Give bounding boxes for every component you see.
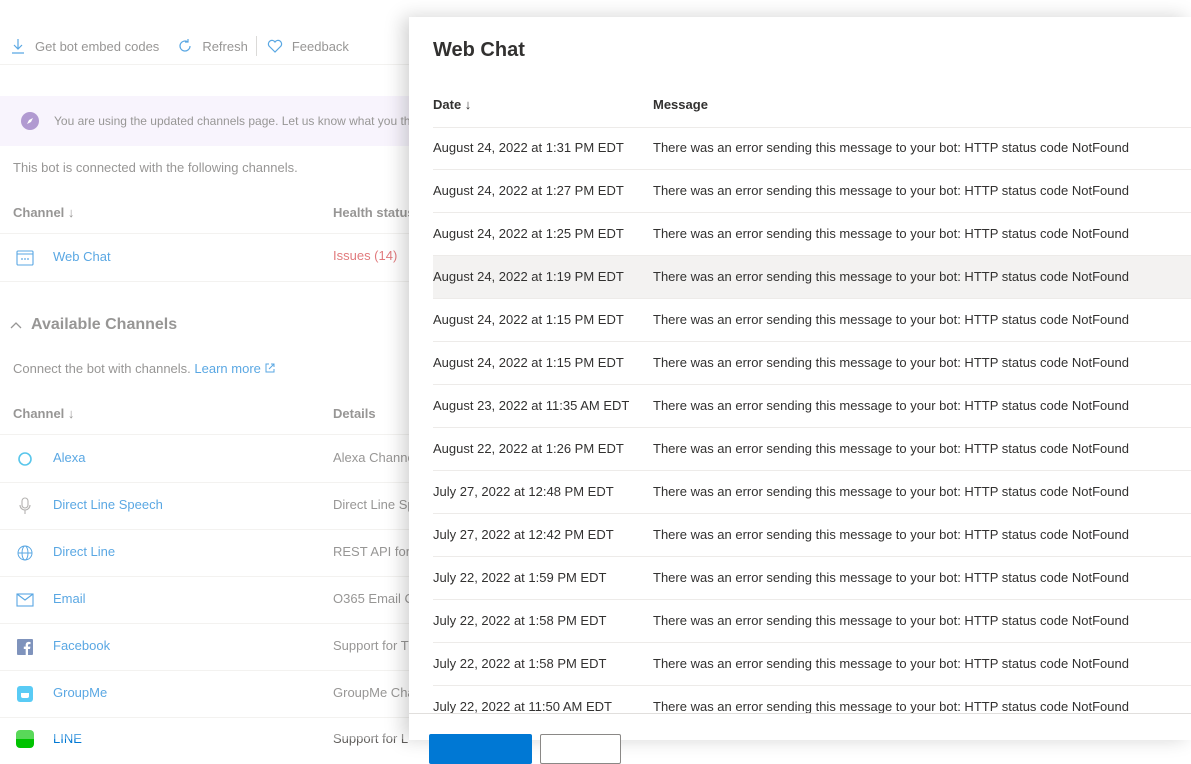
table-row[interactable]: August 24, 2022 at 1:27 PM EDT There was … <box>433 170 1191 213</box>
row-message: There was an error sending this message … <box>653 398 1129 413</box>
row-message: There was an error sending this message … <box>653 140 1129 155</box>
table-row[interactable]: August 24, 2022 at 1:15 PM EDT There was … <box>433 299 1191 342</box>
row-date: July 22, 2022 at 11:50 AM EDT <box>433 699 612 713</box>
row-message: There was an error sending this message … <box>653 269 1129 284</box>
row-message: There was an error sending this message … <box>653 312 1129 327</box>
web-chat-panel: Web Chat Date ↓ Message August 24, 2022 … <box>409 17 1191 764</box>
message-column-header[interactable]: Message <box>653 97 708 112</box>
row-date: August 24, 2022 at 1:25 PM EDT <box>433 226 624 241</box>
issues-table-body[interactable]: August 24, 2022 at 1:31 PM EDT There was … <box>433 127 1191 713</box>
modal-overlay[interactable] <box>0 0 409 739</box>
row-date: July 27, 2022 at 12:42 PM EDT <box>433 527 614 542</box>
row-message: There was an error sending this message … <box>653 613 1129 628</box>
row-message: There was an error sending this message … <box>653 355 1129 370</box>
row-date: July 22, 2022 at 1:58 PM EDT <box>433 656 607 671</box>
panel-footer <box>409 713 1191 764</box>
row-date: July 27, 2022 at 12:48 PM EDT <box>433 484 614 499</box>
table-row[interactable]: August 24, 2022 at 1:25 PM EDT There was … <box>433 213 1191 256</box>
table-row[interactable]: July 27, 2022 at 12:48 PM EDT There was a… <box>433 471 1191 514</box>
row-message: There was an error sending this message … <box>653 527 1129 542</box>
table-row[interactable]: August 24, 2022 at 1:31 PM EDT There was … <box>433 127 1191 170</box>
date-column-header[interactable]: Date ↓ <box>433 97 471 112</box>
row-message: There was an error sending this message … <box>653 656 1129 671</box>
row-date: August 23, 2022 at 11:35 AM EDT <box>433 398 630 413</box>
table-row[interactable]: July 27, 2022 at 12:42 PM EDT There was a… <box>433 514 1191 557</box>
row-message: There was an error sending this message … <box>653 441 1129 456</box>
row-date: August 24, 2022 at 1:31 PM EDT <box>433 140 624 155</box>
panel-title: Web Chat <box>433 39 525 61</box>
row-date: August 24, 2022 at 1:15 PM EDT <box>433 355 624 370</box>
issues-table-header: Date ↓ Message <box>433 95 1191 128</box>
table-row[interactable]: July 22, 2022 at 1:58 PM EDT There was an… <box>433 643 1191 686</box>
row-date: August 22, 2022 at 1:26 PM EDT <box>433 441 624 456</box>
row-message: There was an error sending this message … <box>653 699 1129 713</box>
table-row[interactable]: August 22, 2022 at 1:26 PM EDT There was … <box>433 428 1191 471</box>
table-row[interactable]: July 22, 2022 at 1:59 PM EDT There was an… <box>433 557 1191 600</box>
row-date: July 22, 2022 at 1:58 PM EDT <box>433 613 607 628</box>
table-row[interactable]: July 22, 2022 at 1:58 PM EDT There was an… <box>433 600 1191 643</box>
row-date: August 24, 2022 at 1:27 PM EDT <box>433 183 624 198</box>
row-date: July 22, 2022 at 1:59 PM EDT <box>433 570 607 585</box>
table-row[interactable]: July 22, 2022 at 11:50 AM EDT There was a… <box>433 686 1191 713</box>
row-date: August 24, 2022 at 1:15 PM EDT <box>433 312 624 327</box>
row-message: There was an error sending this message … <box>653 570 1129 585</box>
row-message: There was an error sending this message … <box>653 484 1129 499</box>
table-row[interactable]: August 24, 2022 at 1:19 PM EDT There was … <box>433 256 1191 299</box>
table-row[interactable]: August 24, 2022 at 1:15 PM EDT There was … <box>433 342 1191 385</box>
row-message: There was an error sending this message … <box>653 226 1129 241</box>
table-row[interactable]: August 23, 2022 at 11:35 AM EDT There was… <box>433 385 1191 428</box>
row-date: August 24, 2022 at 1:19 PM EDT <box>433 269 624 284</box>
row-message: There was an error sending this message … <box>653 183 1129 198</box>
